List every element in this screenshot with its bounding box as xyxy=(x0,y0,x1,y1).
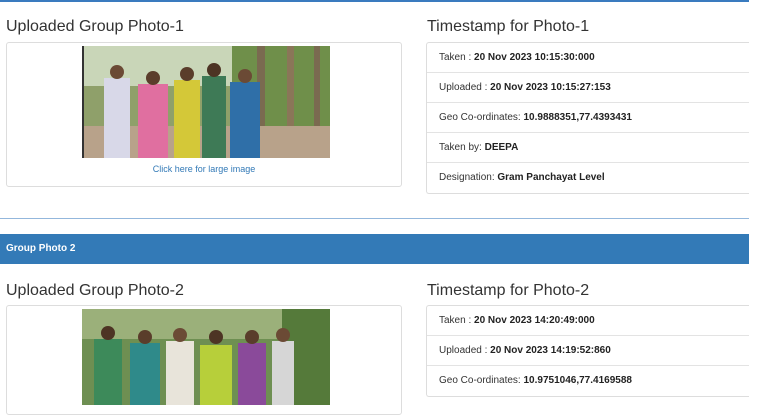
timestamp2-table: Taken : 20 Nov 2023 14:20:49:000 Uploade… xyxy=(426,305,749,397)
section-divider xyxy=(0,218,749,219)
timestamp1-table: Taken : 20 Nov 2023 10:15:30:000 Uploade… xyxy=(426,42,749,194)
group-photo-1[interactable] xyxy=(82,46,330,158)
photo2-title: Uploaded Group Photo-2 xyxy=(6,282,184,299)
geo-coordinates-row: Geo Co-ordinates: 10.9751046,77.4169588 xyxy=(439,375,632,386)
photo1-title: Uploaded Group Photo-1 xyxy=(6,18,184,35)
uploaded-row: Uploaded : 20 Nov 2023 10:15:27:153 xyxy=(427,73,749,103)
group-photo-2-header: Group Photo 2 xyxy=(0,234,749,264)
uploaded-row: Uploaded : 20 Nov 2023 14:19:52:860 xyxy=(427,336,749,366)
large-image-link[interactable]: Click here for large image xyxy=(7,164,401,174)
taken-row: Taken : 20 Nov 2023 10:15:30:000 xyxy=(427,43,749,73)
designation-row: Designation: Gram Panchayat Level xyxy=(439,172,605,183)
top-rule xyxy=(0,0,749,2)
timestamp1-title: Timestamp for Photo-1 xyxy=(427,18,590,35)
group-photo-2[interactable] xyxy=(82,309,330,405)
timestamp2-title: Timestamp for Photo-2 xyxy=(427,282,590,299)
taken-by-row: Taken by: DEEPA xyxy=(427,133,749,163)
taken-row: Taken : 20 Nov 2023 14:20:49:000 xyxy=(427,306,749,336)
photo1-container: Click here for large image xyxy=(6,42,402,187)
geo-coordinates-row: Geo Co-ordinates: 10.9888351,77.4393431 xyxy=(427,103,749,133)
photo2-container xyxy=(6,305,402,415)
